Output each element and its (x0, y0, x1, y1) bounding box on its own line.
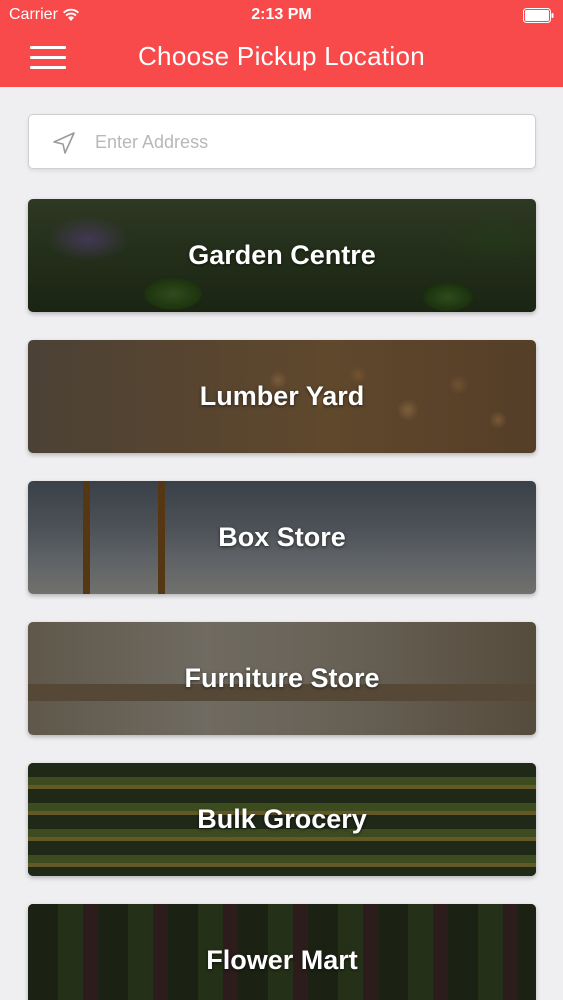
location-label: Flower Mart (206, 945, 358, 975)
status-time: 2:13 PM (251, 6, 312, 23)
page-title: Choose Pickup Location (137, 41, 425, 71)
location-card-box-store[interactable]: Box Store (28, 481, 536, 594)
location-card-lumber-yard[interactable]: Lumber Yard (28, 340, 536, 453)
location-label: Bulk Grocery (197, 804, 367, 834)
battery-icon (523, 8, 554, 23)
location-card-garden-centre[interactable]: Garden Centre (28, 199, 536, 312)
location-card-flower-mart[interactable]: Flower Mart (28, 904, 536, 1000)
address-input[interactable] (95, 125, 515, 159)
location-label: Box Store (218, 522, 346, 552)
app-header: Carrier 2:13 PM Choose Pickup Location (0, 0, 563, 87)
location-label: Lumber Yard (199, 381, 365, 411)
location-card-furniture-store[interactable]: Furniture Store (28, 622, 536, 735)
address-search-box[interactable] (28, 114, 536, 169)
location-label: Furniture Store (184, 663, 380, 693)
location-label: Garden Centre (188, 240, 376, 270)
location-card-bulk-grocery[interactable]: Bulk Grocery (28, 763, 536, 876)
status-bar: Carrier 2:13 PM (0, 0, 563, 30)
navigation-bar: Choose Pickup Location (0, 30, 563, 87)
location-arrow-icon (53, 132, 75, 154)
